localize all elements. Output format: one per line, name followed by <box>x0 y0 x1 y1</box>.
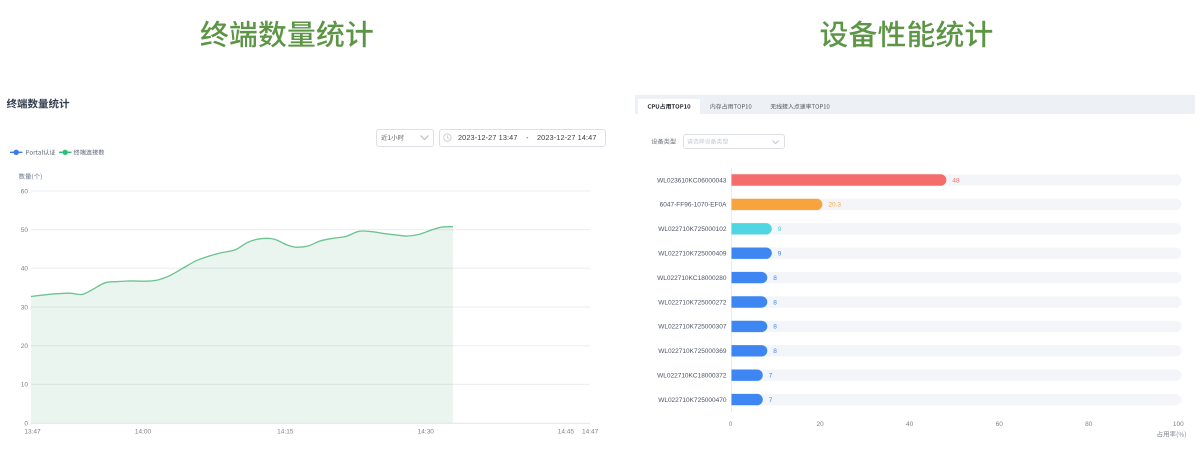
svg-text:WL022710K725000369: WL022710K725000369 <box>658 348 727 355</box>
svg-text:8: 8 <box>773 275 777 282</box>
svg-text:7: 7 <box>769 373 773 380</box>
svg-text:30: 30 <box>21 304 29 311</box>
svg-text:8: 8 <box>773 348 777 355</box>
svg-text:20: 20 <box>21 343 29 350</box>
svg-text:40: 40 <box>21 266 29 273</box>
svg-text:14:45: 14:45 <box>558 429 575 436</box>
svg-text:WL022710K725000102: WL022710K725000102 <box>658 226 727 233</box>
svg-text:0: 0 <box>24 420 28 427</box>
svg-text:14:15: 14:15 <box>277 429 294 436</box>
svg-text:14:30: 14:30 <box>418 429 435 436</box>
svg-text:6047-FF96-1070-EF0A: 6047-FF96-1070-EF0A <box>660 202 728 209</box>
svg-text:20: 20 <box>816 421 824 428</box>
svg-text:80: 80 <box>1085 421 1093 428</box>
svg-text:WL022710K725000272: WL022710K725000272 <box>658 299 727 306</box>
svg-text:14:00: 14:00 <box>135 429 152 436</box>
svg-text:9: 9 <box>778 251 782 258</box>
svg-text:WL023610KC06000043: WL023610KC06000043 <box>657 177 727 184</box>
svg-text:WL022710K725000307: WL022710K725000307 <box>658 324 727 331</box>
svg-text:0: 0 <box>729 421 733 428</box>
svg-text:WL022710KC18000372: WL022710KC18000372 <box>657 373 727 380</box>
svg-text:7: 7 <box>769 397 773 404</box>
svg-text:WL022710K725000409: WL022710K725000409 <box>658 251 727 258</box>
svg-text:9: 9 <box>778 226 782 233</box>
svg-text:14:47: 14:47 <box>582 429 599 436</box>
svg-text:48: 48 <box>952 177 960 184</box>
svg-text:WL022710K725000470: WL022710K725000470 <box>658 397 727 404</box>
svg-text:40: 40 <box>906 421 914 428</box>
svg-text:8: 8 <box>773 299 777 306</box>
svg-text:60: 60 <box>21 188 29 195</box>
svg-text:10: 10 <box>21 382 29 389</box>
svg-text:20.3: 20.3 <box>828 202 841 209</box>
svg-text:60: 60 <box>996 421 1004 428</box>
svg-text:50: 50 <box>21 227 29 234</box>
svg-text:8: 8 <box>773 324 777 331</box>
svg-text:13:47: 13:47 <box>24 429 41 436</box>
svg-text:WL022710KC18000280: WL022710KC18000280 <box>657 275 727 282</box>
